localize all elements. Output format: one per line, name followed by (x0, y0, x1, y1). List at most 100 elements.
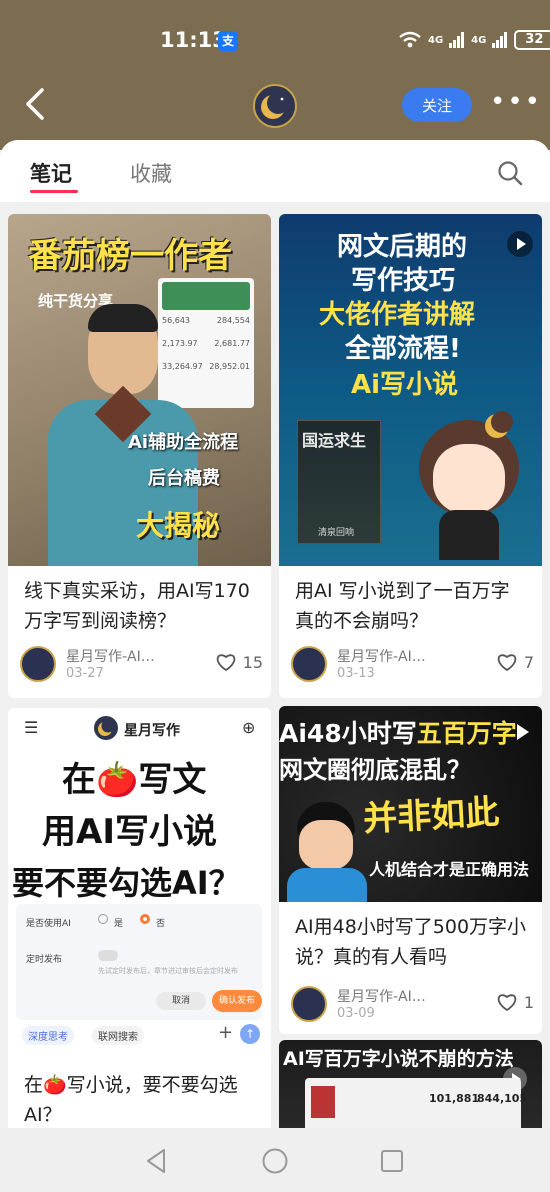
cover-line: Ai写小说 (351, 370, 459, 400)
tab-bar: 笔记 收藏 (0, 140, 550, 202)
moon-hairpin-icon (485, 411, 513, 438)
anime-girl-illustration (409, 410, 529, 560)
tab-notes[interactable]: 笔记 (30, 158, 72, 188)
confirm-button: 确认发布 (212, 990, 262, 1012)
moon-logo-icon (255, 86, 295, 126)
signal-icon-2 (492, 32, 508, 48)
plus-icon: + (218, 1022, 234, 1043)
post-date: 03-13 (337, 666, 375, 681)
post-title: 在🍅写小说，要不要勾选AI？ (24, 1074, 238, 1126)
cover-line: 写作技巧 (351, 266, 456, 296)
signal-label-2: 4G (471, 34, 487, 46)
author-name[interactable]: 星月写作-AI… (337, 646, 426, 666)
like-button[interactable]: 15 (215, 652, 263, 672)
post-title: AI用48小时写了500万字小说？真的有人看吗 (295, 916, 527, 968)
author-name[interactable]: 星月写作-AI… (66, 646, 155, 666)
cover-big-text: 并非如此 (362, 792, 501, 840)
post-card[interactable]: 网文后期的 写作技巧 大佬作者讲解 全部流程! Ai写小说 国运求生 清泉回响 … (279, 214, 542, 698)
signal-icon-1 (449, 32, 465, 48)
video-play-icon (507, 231, 533, 257)
post-title: 用AI 写小说到了一百万字真的不会崩吗？ (295, 580, 510, 632)
status-icons: 4G 4G 32 (398, 30, 550, 50)
nav-recents-icon[interactable] (380, 1149, 404, 1173)
book-thumbnail (311, 1086, 335, 1118)
cover-headline: 番茄榜一作者 (28, 236, 232, 276)
like-button[interactable]: 7 (496, 652, 534, 672)
post-cover-image: ☰ 星月写作 ⊕ 在🍅写文 用AI写小说 要不要勾选AI？ 是否使用AI 是 否… (8, 708, 271, 1056)
book-cover: 国运求生 清泉回响 (297, 420, 381, 544)
stat-value: 101,881 (429, 1092, 480, 1105)
like-count: 15 (242, 652, 263, 672)
cover-line-part: Ai48小时写 (279, 719, 417, 748)
post-meta: 星月写作-AI… 03-09 1 (291, 986, 536, 1026)
signal-label-1: 4G (428, 34, 444, 46)
stats-header (162, 282, 250, 310)
cover-big-text: 大揭秘 (136, 509, 221, 542)
like-button[interactable]: 1 (496, 992, 534, 1012)
cover-line: 大佬作者讲解 (319, 300, 476, 330)
cover-line-highlight: 五百万字 (416, 719, 517, 748)
cover-line: 人机结合才是正确用法 (369, 860, 530, 879)
post-card[interactable]: ☰ 星月写作 ⊕ 在🍅写文 用AI写小说 要不要勾选AI？ 是否使用AI 是 否… (8, 708, 271, 1130)
wifi-icon (399, 31, 421, 48)
author-avatar[interactable] (291, 986, 327, 1022)
profile-avatar[interactable] (253, 84, 297, 128)
send-arrow-icon: ↑ (240, 1024, 260, 1044)
cover-line: 全部流程! (345, 334, 461, 364)
post-cover-image: AI写百万字小说不崩的方法 101,881 844,105 (279, 1040, 542, 1130)
post-card[interactable]: AI写百万字小说不崩的方法 101,881 844,105 (279, 1040, 542, 1130)
post-date: 03-27 (66, 666, 104, 681)
post-card[interactable]: 番茄榜一作者 纯干货分享 56,643 284,554 2,173.97 2,681… (8, 214, 271, 698)
post-card[interactable]: Ai48小时写五百万字 网文圈彻底混乱？ 并非如此 人机结合才是正确用法 AI用… (279, 706, 542, 1034)
status-bar: 11:13 支 4G 4G 32 (0, 26, 550, 56)
cover-line: 网文后期的 (337, 232, 468, 262)
cancel-button: 取消 (156, 992, 206, 1010)
follow-button[interactable]: 关注 (402, 88, 472, 122)
cartoon-boy-illustration (287, 802, 367, 902)
dashboard-screenshot: 101,881 844,105 (305, 1078, 527, 1130)
app-name: 星月写作 (124, 723, 180, 739)
book-title: 国运求生 (302, 431, 367, 450)
form-question: 是否使用AI (26, 919, 71, 929)
timed-publish-label: 定时发布 (26, 955, 63, 965)
author-name[interactable]: 星月写作-AI… (337, 986, 426, 1006)
tab-collections[interactable]: 收藏 (130, 158, 172, 188)
post-meta: 星月写作-AI… 03-13 7 (291, 646, 536, 686)
active-tab-indicator (30, 190, 78, 193)
radio-yes-icon (98, 914, 108, 924)
back-arrow-icon[interactable] (22, 86, 50, 122)
more-options-icon[interactable]: ••• (490, 89, 542, 115)
profile-header: 11:13 支 4G 4G 32 关注 ••• (0, 0, 550, 150)
search-icon[interactable] (497, 160, 523, 186)
stat-value: 28,952.01 (209, 362, 250, 371)
chip-deep-think: 深度思考 (22, 1026, 74, 1045)
like-count: 7 (523, 652, 534, 672)
post-title: 线下真实采访，用AI写170万字写到阅读榜？ (24, 580, 250, 632)
chip-web-search: 联网搜索 (92, 1026, 144, 1045)
heart-icon (497, 994, 516, 1012)
ai-setting-form: 是否使用AI 是 否 定时发布 先试定时发布后，章节进过审核后会定时发布 取消 … (16, 904, 262, 1020)
post-date: 03-09 (337, 1006, 375, 1021)
cover-line: 用AI写小说 (42, 812, 217, 852)
heart-icon (216, 654, 235, 672)
nav-home-icon[interactable] (262, 1148, 288, 1174)
nav-back-icon[interactable] (144, 1148, 168, 1174)
video-play-icon (517, 724, 529, 740)
system-navigation-bar (0, 1128, 550, 1192)
author-avatar[interactable] (20, 646, 56, 682)
stat-value: 284,554 (216, 316, 250, 325)
book-subtitle: 清泉回响 (318, 528, 355, 538)
cover-line: 要不要勾选AI？ (12, 864, 241, 902)
option-yes: 是 (114, 919, 124, 929)
post-cover-image: 网文后期的 写作技巧 大佬作者讲解 全部流程! Ai写小说 国运求生 清泉回响 (279, 214, 542, 566)
toggle-icon (98, 950, 118, 961)
author-avatar[interactable] (291, 646, 327, 682)
alipay-icon: 支 (218, 31, 238, 51)
form-hint: 先试定时发布后，章节进过审核后会定时发布 (98, 967, 238, 975)
add-circle-icon: ⊕ (242, 718, 256, 737)
stat-value: 844,105 (477, 1092, 528, 1105)
app-logo-icon (94, 716, 118, 740)
cover-line: 在🍅写文 (62, 760, 207, 800)
menu-icon: ☰ (24, 718, 39, 737)
cover-line: 后台稿费 (148, 468, 220, 489)
